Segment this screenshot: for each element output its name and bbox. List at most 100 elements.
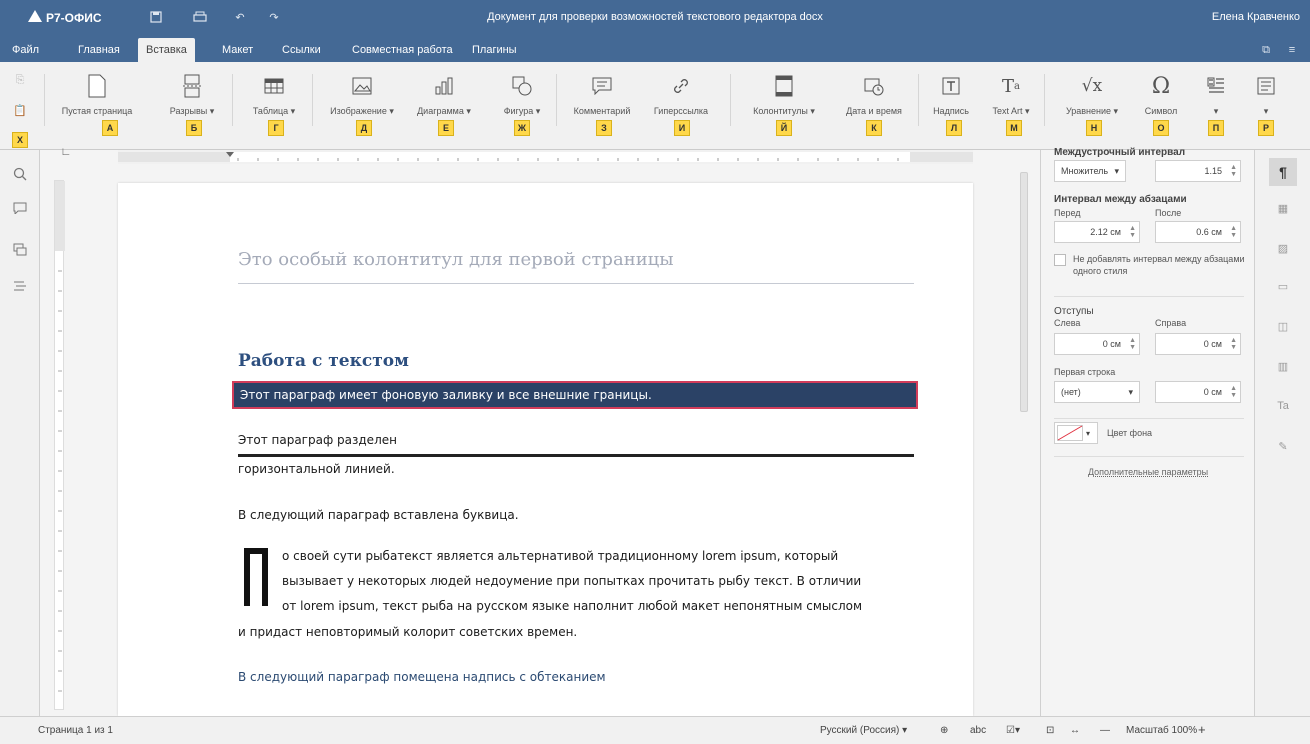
date-time-label: Дата и время [846,106,902,116]
chevron-down-icon: ▾ [1128,386,1133,397]
text-frame-icon [1257,70,1275,102]
tab-stop-icon[interactable]: ∟ [58,145,74,159]
spellcheck-icon[interactable]: abc [970,725,986,736]
zoom-out-button[interactable]: — [1100,725,1110,736]
line-spacing-type-select[interactable]: Множитель ▾ [1054,160,1126,182]
blank-page-button[interactable]: Пустая страница [62,70,132,130]
image-settings-icon[interactable]: ▨ [1275,240,1291,256]
zoom-in-button[interactable]: + [1198,722,1206,737]
text-art-settings-icon[interactable]: Ta [1275,398,1291,414]
open-location-icon[interactable]: ⧉ [1258,43,1274,57]
paragraph[interactable]: В следующий параграф вставлена буквица. [238,508,519,522]
no-spacing-checkbox[interactable] [1054,254,1066,266]
no-spacing-label: Не добавлять интервал между абзацами одн… [1073,254,1245,276]
vertical-scrollbar[interactable] [1020,172,1030,712]
tab-file[interactable]: Файл [4,38,47,62]
tab-plugins[interactable]: Плагины [464,38,525,62]
paragraph-settings-icon[interactable]: ¶ [1269,158,1297,186]
user-name[interactable]: Елена Кравченко [1212,11,1300,23]
scrollbar-thumb[interactable] [1020,172,1028,412]
spacing-after-input[interactable]: 0.6 см ▲ ▼ [1155,221,1241,243]
first-line-value-input[interactable]: 0 см ▲ ▼ [1155,381,1241,403]
paragraph[interactable]: В следующий параграф помещена надпись с … [238,670,606,684]
key-tip: Н [1086,120,1102,136]
chart-icon [434,70,454,102]
header-footer-icon [775,70,793,102]
header-footer-label: Колонтитулы ▾ [753,106,815,116]
navigation-icon[interactable] [12,278,28,294]
paragraph-line[interactable]: вызывает у некоторых людей недоумение пр… [282,574,861,588]
signature-settings-icon[interactable]: ✎ [1275,438,1291,454]
header-footer-settings-icon[interactable]: ▭ [1275,278,1291,294]
chevron-down-icon: ▾ [1086,428,1091,438]
paragraph[interactable]: горизонтальной линией. [238,462,395,476]
symbol-label: Символ [1144,106,1178,116]
table-settings-icon[interactable]: ▦ [1275,200,1291,216]
text-box-label: Надпись [933,106,969,116]
tab-references[interactable]: Ссылки [274,38,329,62]
document-page[interactable]: Это особый колонтитул для первой страниц… [118,183,973,716]
key-tip: И [674,120,690,136]
heading[interactable]: Работа с текстом [238,351,409,371]
tab-layout[interactable]: Макет [214,38,261,62]
chart-settings-icon[interactable]: ▥ [1275,358,1291,374]
right-indent-input[interactable]: 0 см ▲ ▼ [1155,333,1241,355]
comment-icon [592,70,612,102]
horizontal-ruler[interactable] [118,150,973,164]
horizontal-line [238,454,914,457]
globe-icon[interactable]: ⊕ [940,725,948,736]
paste-icon: 📋 [13,104,27,117]
spinner-icon[interactable]: ▲ ▼ [1230,164,1237,178]
comment-label: Комментарий [573,106,631,116]
key-tip: Б [186,120,202,136]
drop-cap-letter[interactable]: П [242,546,270,608]
fit-width-icon[interactable]: ↔ [1070,725,1080,736]
key-tip: Г [268,120,284,136]
shape-icon [512,70,532,102]
spinner-icon[interactable]: ▲ ▼ [1129,225,1136,239]
hyperlink-label: Гиперссылка [653,106,709,116]
paragraph[interactable]: Этот параграф разделен [238,433,397,447]
spacing-before-input[interactable]: 2.12 см ▲ ▼ [1054,221,1140,243]
paragraph-line[interactable]: от lorem ipsum, текст рыба на русском яз… [282,599,862,613]
fit-page-icon[interactable]: ⊡ [1046,725,1054,736]
text-frame-label: ▾ [1263,106,1269,116]
tab-home[interactable]: Главная [70,38,128,62]
spinner-icon[interactable]: ▲ ▼ [1230,385,1237,399]
background-color-label: Цвет фона [1107,428,1153,438]
shaded-paragraph[interactable]: Этот параграф имеет фоновую заливку и вс… [232,381,918,409]
menu-icon[interactable]: ≡ [1284,43,1300,57]
status-bar: Страница 1 из 1 Русский (Россия) ▾ ⊕ abc… [0,716,1310,744]
comments-icon[interactable] [12,200,28,216]
title-bar: Р7-ОФИС ↶ ↷ Документ для проверки возмож… [0,0,1310,38]
key-tip: Р [1258,120,1274,136]
left-indent-input[interactable]: 0 см ▲ ▼ [1054,333,1140,355]
paragraph-line[interactable]: и придаст неповторимый колорит советских… [238,625,577,639]
page-counter[interactable]: Страница 1 из 1 [38,725,113,736]
line-spacing-value-input[interactable]: 1.15 ▲ ▼ [1155,160,1241,182]
tab-collaboration[interactable]: Совместная работа [344,38,461,62]
header-divider [238,283,914,284]
track-changes-icon[interactable]: ☑▾ [1006,725,1020,736]
tab-insert[interactable]: Вставка [138,38,195,62]
vertical-ruler[interactable] [54,180,65,710]
language-selector[interactable]: Русский (Россия) ▾ [820,725,907,736]
search-icon[interactable] [12,166,28,182]
spinner-icon[interactable]: ▲ ▼ [1230,225,1237,239]
drop-cap-icon [1207,70,1225,102]
advanced-settings-link[interactable]: Дополнительные параметры [1041,467,1255,477]
paragraph-line[interactable]: о своей сути рыбатекст является альтерна… [282,549,838,563]
spinner-icon[interactable]: ▲ ▼ [1129,337,1136,351]
shape-settings-icon[interactable]: ◫ [1275,318,1291,334]
first-line-type-select[interactable]: (нет) ▾ [1054,381,1140,403]
zoom-level[interactable]: Масштаб 100% [1126,725,1197,736]
chart-label: Диаграмма ▾ [417,106,471,116]
spinner-icon[interactable]: ▲ ▼ [1230,337,1237,351]
key-tip: Л [946,120,962,136]
background-color-picker[interactable]: ▾ [1054,422,1098,444]
blank-page-icon [88,70,106,102]
chat-icon[interactable] [12,242,28,258]
right-indent-label: Справа [1155,318,1187,328]
calendar-icon [864,70,884,102]
page-header[interactable]: Это особый колонтитул для первой страниц… [238,249,674,270]
